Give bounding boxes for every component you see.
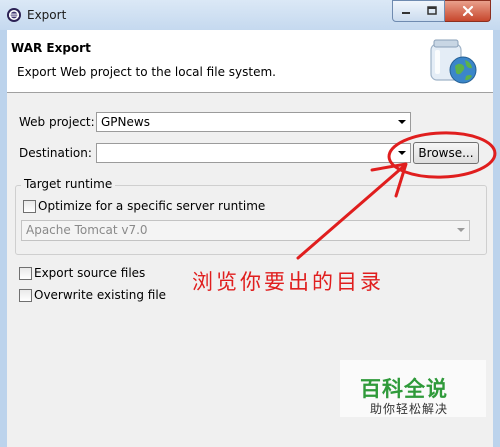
export-source-checkbox[interactable]	[19, 267, 32, 280]
export-source-label[interactable]: Export source files	[34, 266, 145, 280]
browse-button[interactable]: Browse...	[413, 142, 479, 164]
web-project-label: Web project:	[19, 115, 95, 129]
window-title: Export	[27, 8, 67, 22]
web-project-value: GPNews	[101, 115, 150, 129]
overwrite-existing-checkbox[interactable]	[19, 289, 32, 302]
chevron-down-icon[interactable]	[457, 228, 465, 232]
watermark-title: 百科全说	[360, 377, 448, 401]
minimize-icon	[402, 12, 410, 14]
web-project-combo[interactable]: GPNews	[96, 112, 411, 132]
wizard-header: WAR Export Export Web project to the loc…	[7, 30, 493, 93]
maximize-button[interactable]	[419, 0, 445, 22]
optimize-runtime-label[interactable]: Optimize for a specific server runtime	[38, 199, 265, 213]
export-dialog-window: Export WAR Export Export Web project to …	[0, 0, 500, 447]
chevron-down-icon[interactable]	[398, 151, 406, 155]
overwrite-existing-label[interactable]: Overwrite existing file	[34, 288, 166, 302]
destination-label: Destination:	[19, 146, 92, 160]
annotation-text: 浏览你要出的目录	[192, 270, 384, 294]
optimize-runtime-checkbox[interactable]	[23, 200, 36, 213]
destination-combo[interactable]	[96, 143, 411, 163]
target-runtime-title: Target runtime	[21, 177, 116, 191]
eclipse-app-icon	[7, 8, 21, 22]
server-runtime-value: Apache Tomcat v7.0	[26, 223, 148, 237]
close-icon	[462, 5, 473, 17]
wizard-description: Export Web project to the local file sys…	[17, 65, 276, 79]
server-runtime-combo[interactable]: Apache Tomcat v7.0	[21, 220, 470, 241]
watermark-subtitle: 助你轻松解决	[370, 402, 449, 416]
title-bar[interactable]: Export	[0, 0, 500, 30]
war-export-jar-globe-icon	[430, 39, 477, 84]
close-button[interactable]	[445, 0, 491, 22]
wizard-title: WAR Export	[11, 41, 91, 55]
maximize-icon	[426, 6, 437, 15]
chevron-down-icon[interactable]	[398, 120, 406, 124]
minimize-button[interactable]	[392, 0, 420, 22]
